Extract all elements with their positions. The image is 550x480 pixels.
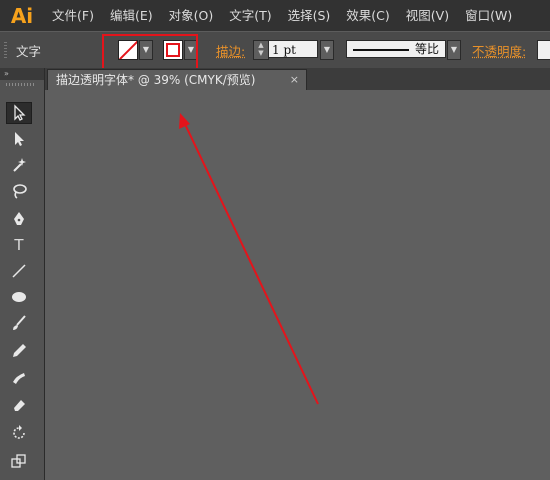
annotation-arrow <box>179 113 319 405</box>
